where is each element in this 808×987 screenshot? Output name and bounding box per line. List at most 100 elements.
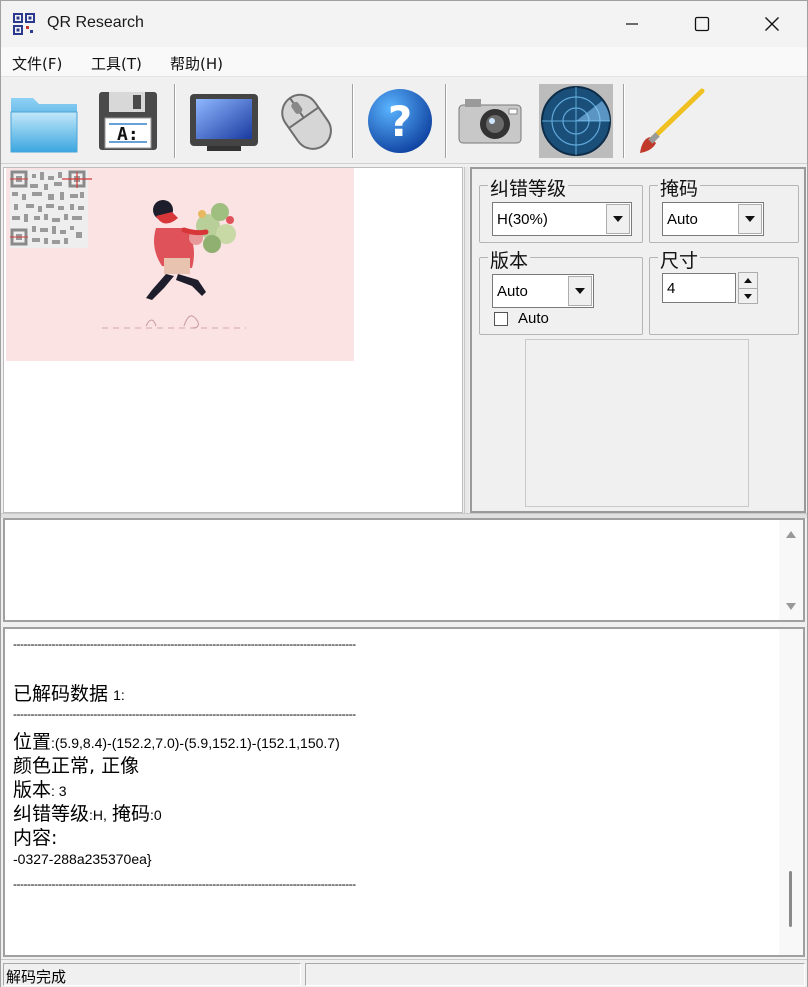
ecc-group: 纠错等级 H(30%) (479, 174, 643, 243)
maximize-button[interactable] (667, 1, 737, 47)
version-group-label: 版本 (488, 246, 531, 273)
display-button[interactable] (185, 82, 263, 160)
paintbrush-icon (640, 88, 705, 153)
scroll-down-button[interactable] (785, 600, 797, 612)
vertical-splitter[interactable] (464, 167, 469, 513)
log-separator: ----------------------------------------… (13, 707, 356, 721)
save-floppy-icon: A: (99, 92, 157, 150)
menu-bar: 文件(F) 工具(T) 帮助(H) (1, 47, 807, 77)
ecc-dropdown-button[interactable] (606, 204, 630, 234)
mask-select[interactable]: Auto (662, 202, 764, 236)
version-select-value: Auto (497, 283, 528, 300)
position-label: 位置 (13, 731, 52, 753)
ecc-select-value: H(30%) (497, 211, 548, 228)
qr-image (6, 168, 354, 361)
auto-checkbox-label: Auto (518, 310, 549, 327)
scroll-up-button[interactable] (785, 528, 797, 540)
title-bar[interactable]: QR Research (1, 1, 807, 47)
menu-tools[interactable]: 工具(T) (91, 53, 142, 74)
version-label: 版本 (13, 779, 52, 801)
toolbar-separator (352, 84, 354, 158)
window-title: QR Research (47, 14, 144, 31)
minimize-button[interactable] (597, 1, 667, 47)
size-decrement-button[interactable] (739, 288, 757, 303)
version-value: : 3 (51, 783, 67, 799)
position-line: 位置:(5.9,8.4)-(152.2,7.0)-(5.9,152.1)-(15… (13, 727, 340, 754)
radar-scan-icon (539, 84, 613, 158)
version-group: 版本 Auto Auto (479, 246, 643, 335)
svg-text:?: ? (388, 97, 412, 146)
person-illustration (102, 200, 246, 329)
scrollbar-thumb[interactable] (789, 871, 792, 927)
app-window: QR Research 文件(F) 工具(T) 帮助(H) A: ? 纠错等级 … (0, 0, 808, 987)
input-scrollbar[interactable] (779, 520, 803, 620)
menu-help[interactable]: 帮助(H) (170, 53, 223, 74)
save-button[interactable]: A: (89, 82, 167, 160)
size-spinner[interactable] (738, 272, 758, 304)
status-bar: 解码完成 (1, 959, 807, 987)
chevron-up-icon (786, 530, 796, 538)
content-value: -0327-288a235370ea} (13, 851, 152, 867)
version-select[interactable]: Auto (492, 274, 594, 308)
auto-checkbox[interactable] (494, 312, 508, 326)
chevron-down-icon (575, 288, 585, 294)
qr-illustration-image (10, 170, 246, 329)
status-cell-secondary (305, 963, 805, 986)
color-line: 颜色正常, 正像 (13, 755, 140, 777)
decoded-label: 已解码数据 (13, 683, 109, 705)
size-input[interactable]: 4 (662, 273, 736, 303)
toolbar-separator (623, 84, 625, 158)
mask-select-value: Auto (667, 211, 698, 228)
content-label: 内容: (13, 827, 58, 849)
toolbar-separator (445, 84, 447, 158)
position-value: :(5.9,8.4)-(152.2,7.0)-(5.9,152.1)-(152.… (51, 735, 340, 751)
size-input-value: 4 (667, 280, 676, 297)
menu-file[interactable]: 文件(F) (12, 53, 62, 74)
size-increment-button[interactable] (739, 273, 757, 288)
chevron-up-icon (744, 278, 752, 283)
mouse-icon (281, 93, 332, 150)
toolbar-separator (174, 84, 176, 158)
maximize-icon (694, 16, 710, 32)
status-cell-main: 解码完成 (3, 963, 301, 986)
decoded-index: 1: (113, 687, 125, 703)
mouse-button[interactable] (267, 82, 345, 160)
open-file-button[interactable] (5, 82, 83, 160)
folder-open-icon (10, 98, 78, 153)
mask-dropdown-button[interactable] (738, 204, 762, 234)
qr-preview-box (525, 339, 749, 507)
ecc-mask-line: 纠错等级:H, 掩码:0 (13, 799, 162, 826)
help-button[interactable]: ? (361, 82, 439, 160)
version-dropdown-button[interactable] (568, 276, 592, 306)
monitor-icon (190, 94, 258, 151)
camera-button[interactable] (451, 82, 529, 160)
decoded-header: 已解码数据 1: (13, 679, 125, 706)
mask-value: :0 (150, 807, 162, 823)
ecc-select[interactable]: H(30%) (492, 202, 632, 236)
ecc-value: :H, (89, 807, 107, 823)
minimize-icon (626, 23, 638, 25)
qr-app-icon (13, 13, 35, 35)
output-log[interactable]: ----------------------------------------… (3, 627, 805, 957)
qr-code-graphic (10, 170, 92, 248)
input-text-area[interactable] (3, 518, 805, 622)
log-separator: ----------------------------------------… (13, 637, 356, 651)
size-group: 尺寸 4 (649, 246, 799, 335)
chevron-down-icon (745, 216, 755, 222)
chevron-down-icon (786, 602, 796, 610)
svg-text:A:: A: (117, 124, 139, 145)
ecc-group-label: 纠错等级 (488, 174, 569, 201)
chevron-down-icon (613, 216, 623, 222)
status-text: 解码完成 (6, 968, 67, 986)
toolbar: A: ? (1, 78, 807, 164)
mask-group-label: 掩码 (658, 174, 701, 201)
output-scrollbar[interactable] (779, 629, 803, 955)
mask-label: 掩码 (112, 803, 151, 825)
paint-button[interactable] (631, 82, 709, 160)
scan-button[interactable] (537, 82, 615, 160)
qr-image-pane[interactable] (3, 167, 463, 513)
camera-icon (458, 99, 522, 144)
chevron-down-icon (744, 293, 752, 299)
close-button[interactable] (737, 1, 807, 47)
ecc-label: 纠错等级 (13, 803, 90, 825)
